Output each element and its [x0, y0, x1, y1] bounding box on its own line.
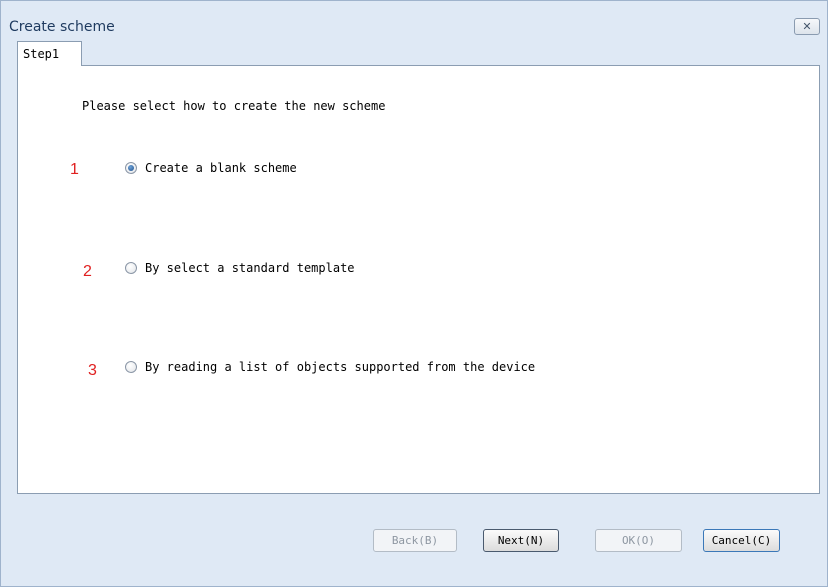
dialog-title: Create scheme [9, 19, 115, 35]
radio-unselected-icon[interactable] [125, 262, 137, 274]
radio-option-read-from-device[interactable]: By reading a list of objects supported f… [125, 358, 535, 376]
title-bar: Create scheme ✕ [1, 1, 827, 41]
close-button[interactable]: ✕ [794, 18, 820, 35]
ok-button[interactable]: OK(O) [595, 529, 682, 552]
annotation-number-1: 1 [70, 161, 79, 178]
back-button[interactable]: Back(B) [373, 529, 457, 552]
tab-step1[interactable]: Step1 [17, 41, 82, 66]
tab-label: Step1 [23, 47, 60, 61]
create-scheme-dialog: Create scheme ✕ Step1 Please select how … [0, 0, 828, 587]
option-label: By reading a list of objects supported f… [145, 360, 536, 374]
option-label: By select a standard template [145, 261, 355, 275]
instruction-text: Please select how to create the new sche… [82, 99, 386, 113]
close-icon: ✕ [802, 20, 812, 33]
annotation-number-3: 3 [88, 362, 97, 379]
annotation-number-2: 2 [83, 263, 92, 280]
radio-option-blank-scheme[interactable]: Create a blank scheme [125, 159, 297, 177]
radio-unselected-icon[interactable] [125, 361, 137, 373]
option-label: Create a blank scheme [145, 161, 297, 175]
cancel-button[interactable]: Cancel(C) [703, 529, 780, 552]
radio-option-standard-template[interactable]: By select a standard template [125, 259, 355, 277]
step-panel: Please select how to create the new sche… [17, 65, 820, 494]
button-bar: Back(B) Next(N) OK(O) Cancel(C) [17, 494, 820, 578]
radio-selected-icon[interactable] [125, 162, 137, 174]
next-button[interactable]: Next(N) [483, 529, 559, 552]
